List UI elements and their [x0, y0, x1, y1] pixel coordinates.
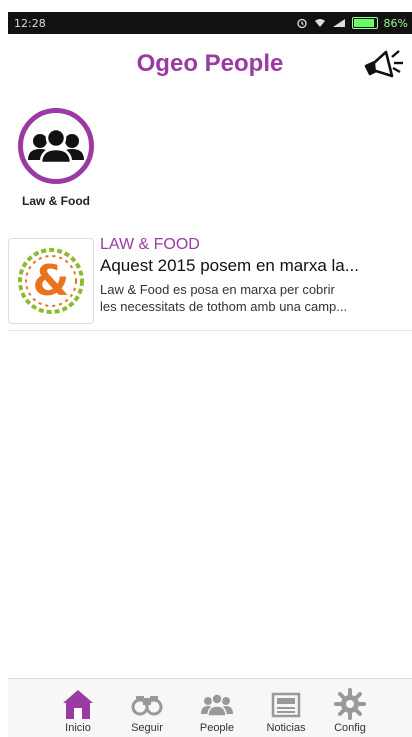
wifi-icon [314, 19, 325, 27]
law-food-logo: & [8, 238, 94, 324]
app-header: Ogeo People [8, 34, 412, 96]
category-law-food[interactable]: Law & Food [12, 108, 100, 208]
svg-text:&: & [33, 256, 70, 305]
bottom-nav: Inicio Seguir People Noticias Config [8, 678, 412, 737]
category-circle[interactable] [18, 108, 94, 184]
status-bar: 12:28 86% [8, 12, 412, 34]
home-icon [63, 690, 93, 719]
battery-icon [351, 17, 378, 29]
nav-noticias[interactable]: Noticias [256, 687, 316, 734]
news-card[interactable]: & LAW & FOOD Aquest 2015 posem en marxa … [8, 234, 412, 331]
gear-icon [334, 688, 366, 720]
battery-percent: 86% [383, 16, 408, 30]
signal-icon [332, 19, 345, 27]
alarm-icon [296, 18, 307, 29]
status-time: 12:28 [14, 16, 46, 30]
news-title: Aquest 2015 posem en marxa la... [100, 256, 359, 275]
nav-label-inicio: Inicio [65, 722, 91, 734]
nav-label-seguir: Seguir [131, 722, 163, 734]
status-icons: 86% [296, 17, 408, 30]
news-text: LAW & FOOD Aquest 2015 posem en marxa la… [100, 236, 410, 315]
news-source: LAW & FOOD [100, 236, 200, 253]
nav-label-noticias: Noticias [266, 722, 306, 734]
category-label: Law & Food [22, 194, 90, 208]
people-group-icon [28, 127, 84, 165]
nav-seguir[interactable]: Seguir [117, 687, 177, 734]
nav-config[interactable]: Config [320, 687, 380, 734]
people-icon [201, 693, 233, 717]
megaphone-icon[interactable] [362, 46, 406, 82]
binoculars-icon [131, 696, 163, 716]
news-description-line1: Law & Food es posa en marxa per cobrir [100, 282, 335, 297]
nav-inicio[interactable]: Inicio [48, 687, 108, 734]
nav-label-people: People [199, 722, 235, 734]
news-description: Law & Food es posa en marxa per cobrir l… [100, 281, 410, 315]
nav-people[interactable]: People [187, 687, 247, 734]
app-title: Ogeo People [136, 50, 284, 77]
nav-label-config: Config [334, 722, 366, 734]
newspaper-icon [271, 692, 301, 718]
news-description-line2: les necessitats de tothom amb una camp..… [100, 299, 348, 314]
